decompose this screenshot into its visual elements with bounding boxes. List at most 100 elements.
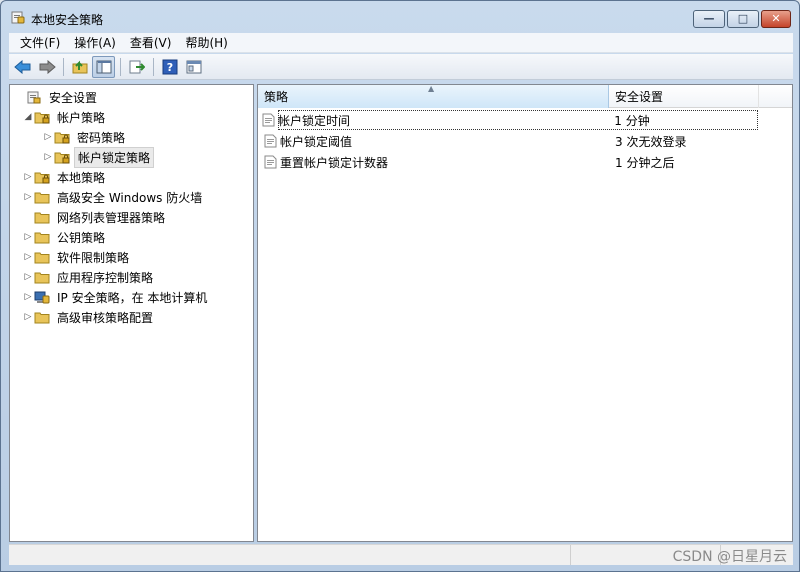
tree-item-label: 帐户锁定策略 bbox=[74, 146, 155, 168]
back-button[interactable] bbox=[11, 56, 34, 78]
tree-item[interactable]: ▷ 本地策略 bbox=[22, 167, 108, 187]
export-list-icon bbox=[129, 60, 145, 73]
collapsed-arrow-icon[interactable]: ▷ bbox=[22, 312, 34, 322]
menu-bar: 文件(F) 操作(A) 查看(V) 帮助(H) bbox=[9, 33, 793, 53]
up-one-level-button[interactable] bbox=[68, 56, 91, 78]
maximize-button[interactable]: □ bbox=[727, 10, 759, 28]
menu-file[interactable]: 文件(F) bbox=[13, 34, 67, 52]
watermark: CSDN @日星月云 bbox=[672, 549, 787, 565]
column-header-empty bbox=[759, 85, 792, 108]
list-item[interactable]: 帐户锁定阈值 3 次无效登录 bbox=[258, 131, 792, 151]
column-header-security-setting-label: 安全设置 bbox=[615, 90, 664, 104]
folder-icon bbox=[34, 252, 50, 263]
collapsed-arrow-icon[interactable]: ▷ bbox=[42, 152, 54, 162]
tree-item[interactable]: ▷ 高级安全 Windows 防火墙 bbox=[22, 187, 205, 207]
console-tree-icon bbox=[96, 60, 111, 73]
folder-icon bbox=[34, 212, 50, 223]
collapsed-arrow-icon[interactable]: ▷ bbox=[42, 132, 54, 142]
tree-item[interactable]: 网络列表管理器策略 bbox=[22, 207, 168, 227]
toolbar-separator bbox=[120, 57, 121, 76]
menu-view[interactable]: 查看(V) bbox=[123, 34, 179, 52]
forward-arrow-icon bbox=[39, 59, 56, 74]
security-setting-value: 1 分钟之后 bbox=[615, 155, 675, 170]
collapsed-arrow-icon[interactable]: ▷ bbox=[22, 232, 34, 242]
list-item[interactable]: 帐户锁定时间 1 分钟 bbox=[262, 110, 758, 130]
expanded-arrow-icon[interactable]: ◢ bbox=[22, 112, 34, 122]
minimize-icon: — bbox=[703, 12, 715, 25]
tree-item-label: 高级审核策略配置 bbox=[57, 310, 154, 325]
menu-help[interactable]: 帮助(H) bbox=[178, 34, 234, 52]
details-pane[interactable]: ▲ 策略 安全设置 帐户锁定时间 1 分钟帐户锁定阈值 3 次无效登录重置帐户锁定计… bbox=[257, 84, 793, 542]
tree-item-label: 帐户策略 bbox=[57, 110, 106, 125]
properties-button[interactable] bbox=[182, 56, 205, 78]
svg-text:?: ? bbox=[166, 61, 172, 74]
window-title: 本地安全策略 bbox=[31, 13, 104, 27]
maximize-icon: □ bbox=[737, 12, 749, 25]
menu-action[interactable]: 操作(A) bbox=[67, 34, 123, 52]
minimize-button[interactable]: — bbox=[693, 10, 725, 28]
collapsed-arrow-icon[interactable]: ▷ bbox=[22, 192, 34, 202]
policy-document-icon bbox=[262, 113, 275, 127]
policy-document-icon bbox=[264, 155, 277, 169]
column-header-security-setting[interactable]: 安全设置 bbox=[609, 85, 759, 108]
toolbar: ? bbox=[9, 54, 793, 80]
tree-item-label: IP 安全策略，在 本地计算机 bbox=[57, 290, 208, 305]
list-item[interactable]: 重置帐户锁定计数器 1 分钟之后 bbox=[258, 152, 792, 172]
policy-cell: 帐户锁定阈值 bbox=[258, 133, 609, 150]
tree-item-label: 公钥策略 bbox=[57, 230, 106, 245]
help-button[interactable]: ? bbox=[158, 56, 181, 78]
folder-lock-icon bbox=[54, 132, 70, 143]
column-header-policy-label: 策略 bbox=[264, 90, 289, 104]
status-segment bbox=[9, 545, 571, 565]
policy-cell: 重置帐户锁定计数器 bbox=[258, 154, 609, 171]
properties-icon bbox=[186, 60, 201, 73]
tree-item[interactable]: ▷ 公钥策略 bbox=[22, 227, 108, 247]
collapsed-arrow-icon[interactable]: ▷ bbox=[22, 172, 34, 182]
tree-item-label: 网络列表管理器策略 bbox=[57, 210, 166, 225]
forward-button[interactable] bbox=[35, 56, 58, 78]
folder-icon bbox=[34, 232, 50, 243]
tree-item-label: 安全设置 bbox=[49, 90, 98, 105]
policy-cell: 帐户锁定时间 bbox=[262, 112, 608, 129]
policy-name: 帐户锁定时间 bbox=[278, 113, 351, 128]
collapsed-arrow-icon[interactable]: ▷ bbox=[22, 272, 34, 282]
tree-item[interactable]: ▷ 软件限制策略 bbox=[22, 247, 132, 267]
tree-item-label: 本地策略 bbox=[57, 170, 106, 185]
tree-item[interactable]: ▷ 密码策略 bbox=[42, 127, 128, 147]
tree-item[interactable]: ◢ 帐户策略 bbox=[22, 107, 108, 127]
tree-item[interactable]: ▷ IP 安全策略，在 本地计算机 bbox=[22, 287, 210, 307]
folder-lock-icon bbox=[34, 112, 50, 123]
policy-name: 帐户锁定阈值 bbox=[280, 134, 353, 149]
tree-item[interactable]: 安全设置 bbox=[14, 87, 100, 107]
export-list-button[interactable] bbox=[125, 56, 148, 78]
collapsed-arrow-icon[interactable]: ▷ bbox=[22, 292, 34, 302]
folder-icon bbox=[34, 192, 50, 203]
console-tree-pane[interactable]: 安全设置 ◢ 帐户策略 ▷ 密码策略 ▷ 帐户锁定策略 ▷ 本地策略 ▷ 高级安全 Windows … bbox=[9, 84, 254, 542]
sort-ascending-icon: ▲ bbox=[428, 84, 435, 93]
folder-lock-icon bbox=[34, 172, 50, 183]
tree-item-label: 密码策略 bbox=[77, 130, 126, 145]
help-icon: ? bbox=[162, 59, 177, 74]
list-header: ▲ 策略 安全设置 bbox=[258, 84, 792, 108]
tree-item[interactable]: ▷ 应用程序控制策略 bbox=[22, 267, 156, 287]
client-area: 安全设置 ◢ 帐户策略 ▷ 密码策略 ▷ 帐户锁定策略 ▷ 本地策略 ▷ 高级安全 Windows … bbox=[9, 84, 793, 542]
folder-lock-icon bbox=[54, 152, 70, 163]
tree-item[interactable]: ▷ 高级审核策略配置 bbox=[22, 307, 156, 327]
up-folder-icon bbox=[72, 60, 87, 73]
back-arrow-icon bbox=[13, 59, 30, 74]
close-icon: ✕ bbox=[771, 12, 781, 25]
close-button[interactable]: ✕ bbox=[761, 10, 791, 28]
title-bar[interactable]: 本地安全策略 — □ ✕ bbox=[1, 1, 799, 33]
collapsed-arrow-icon[interactable]: ▷ bbox=[22, 252, 34, 262]
tree-item-label: 软件限制策略 bbox=[57, 250, 130, 265]
column-header-policy[interactable]: ▲ 策略 bbox=[258, 84, 609, 108]
policy-name: 重置帐户锁定计数器 bbox=[280, 155, 389, 170]
toolbar-separator bbox=[153, 57, 154, 76]
security-policy-app-icon bbox=[11, 11, 25, 24]
security-settings-icon bbox=[27, 91, 41, 103]
tree-item[interactable]: ▷ 帐户锁定策略 bbox=[42, 146, 155, 168]
security-setting-value: 3 次无效登录 bbox=[615, 134, 687, 149]
policy-document-icon bbox=[264, 134, 277, 148]
show-hide-console-tree-button[interactable] bbox=[92, 55, 115, 78]
folder-icon bbox=[34, 312, 50, 323]
